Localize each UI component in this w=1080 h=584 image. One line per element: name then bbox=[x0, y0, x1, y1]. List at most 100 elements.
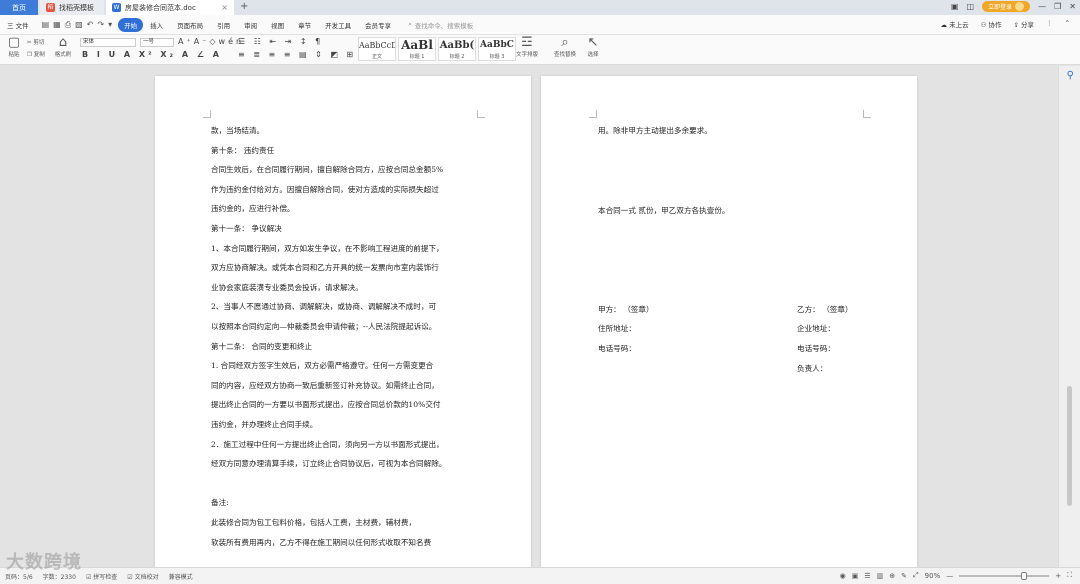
new-tab-button[interactable]: + bbox=[240, 1, 248, 12]
layout-icon[interactable]: ▣ bbox=[951, 2, 959, 11]
party-b-phone: 电话号码： bbox=[797, 344, 835, 353]
read-view-icon[interactable]: ▥ bbox=[877, 572, 884, 580]
paste-button[interactable]: ▢ 粘贴 bbox=[4, 36, 24, 59]
doc-line: 违约金，并办理终止合同手续。 bbox=[211, 420, 318, 429]
skin-icon[interactable]: ◫ bbox=[967, 2, 975, 11]
cloud-button[interactable]: ☁ 未上云 bbox=[941, 19, 969, 29]
fit-icon[interactable]: ⤢ bbox=[913, 571, 919, 580]
scroll-thumb[interactable] bbox=[1067, 386, 1072, 506]
redo-icon[interactable]: ↷ bbox=[97, 20, 104, 30]
doc-line: 业协会家庭装潢专业委员会投诉，请求解决。 bbox=[211, 282, 363, 292]
document-canvas[interactable]: 款，当场结清。 第十条： 违约责任 合同生效后，在合同履行期间，擅自解除合同方，应按… bbox=[0, 66, 1080, 567]
font-format-tools[interactable]: B I U A X² X₂ A ∠ A bbox=[82, 50, 222, 59]
party-a-phone: 电话号码： bbox=[598, 344, 636, 353]
margin-mark bbox=[589, 110, 597, 118]
export-icon[interactable]: ▧ bbox=[75, 20, 83, 30]
font-size-select[interactable]: 一号 bbox=[140, 38, 174, 47]
share-label: 分享 bbox=[1021, 21, 1035, 29]
restore-icon[interactable]: ❐ bbox=[1054, 2, 1061, 11]
pen-icon[interactable]: ✎ bbox=[901, 572, 907, 580]
zoom-in-icon[interactable]: + bbox=[1055, 572, 1061, 580]
menu-right: ☁ 未上云 ⚇ 协作 ⇪ 分享 ⋮ ⌃ bbox=[941, 19, 1070, 29]
zoom-slider-knob[interactable] bbox=[1021, 571, 1028, 580]
close-tab-icon[interactable]: × bbox=[221, 3, 228, 12]
save-icon[interactable]: ▤ bbox=[42, 20, 50, 30]
zoom-out-icon[interactable]: — bbox=[946, 572, 953, 580]
find-replace-button[interactable]: ⌕ 查找替换 bbox=[549, 35, 581, 59]
cut-button[interactable]: ✂ 剪切 bbox=[27, 38, 44, 46]
menu-tab-6[interactable]: 章节 bbox=[291, 20, 318, 30]
zoom-level[interactable]: 90% bbox=[925, 572, 941, 580]
tab-home[interactable]: 首页 bbox=[0, 0, 38, 15]
print-icon[interactable]: ⎙ bbox=[65, 20, 71, 30]
format-painter-label: 格式刷 bbox=[54, 52, 72, 58]
select-button[interactable]: ↖ 选择 bbox=[584, 36, 602, 59]
font-name-select[interactable]: 宋体 bbox=[80, 38, 136, 47]
copy-button[interactable]: ❐ 复制 bbox=[27, 50, 45, 58]
party-a-address: 住所地址： bbox=[598, 324, 636, 333]
doc-line: 提出终止合同的一方要以书面形式提出，应按合同总价款的10%交付 bbox=[211, 400, 441, 410]
tab-document[interactable]: W 房屋装修合同范本.doc × bbox=[106, 0, 234, 15]
text-layout-button[interactable]: ☲ 文字排版 bbox=[510, 35, 544, 59]
location-pin-icon[interactable]: ⚲ bbox=[1067, 70, 1074, 81]
menu-tab-4[interactable]: 审阅 bbox=[237, 20, 264, 30]
collab-button[interactable]: ⚇ 协作 bbox=[981, 19, 1002, 29]
cloud-icon: ☁ bbox=[940, 21, 948, 29]
menu-tab-7[interactable]: 开发工具 bbox=[318, 20, 358, 30]
doc-line: 第十二条： 合同的变更和终止 bbox=[211, 341, 313, 351]
fullscreen-icon[interactable]: ⛶ bbox=[1067, 571, 1072, 580]
dropdown-icon[interactable]: ▾ bbox=[108, 20, 112, 30]
menu-tab-5[interactable]: 视图 bbox=[264, 20, 291, 30]
tab-template[interactable]: 稻 找稻壳模板 bbox=[40, 0, 104, 15]
command-search[interactable]: ⌕ 查找命令、搜索模板 bbox=[408, 20, 473, 30]
doc-line: 合同生效后，在合同履行期间，擅自解除合同方，应按合同总金额5% bbox=[211, 165, 444, 175]
file-menu[interactable]: 三 文件 bbox=[0, 20, 36, 30]
page-right[interactable]: 用。除非甲方主动提出多余要求。 本合同一式 贰份，甲乙双方各执壹份。 甲方： （… bbox=[541, 76, 917, 567]
align-tools[interactable]: ≡ ≣ ≡ ≡ ▤ ⇕ ◩ ⊞ bbox=[238, 50, 356, 59]
font-size-tools[interactable]: A⁺A⁻◇wén bbox=[178, 37, 244, 46]
style-heading-1[interactable]: AaBl 标题 1 bbox=[398, 37, 436, 61]
menu-bar: 三 文件 ▤ ▦ ⎙ ▧ ↶ ↷ ▾ 开始 插入 页面布局 引用 审阅 视图 章… bbox=[0, 15, 1080, 35]
doc-line: 违约金的，应进行补偿。 bbox=[211, 204, 295, 214]
paste-label: 粘贴 bbox=[8, 52, 20, 58]
menu-tab-3[interactable]: 引用 bbox=[210, 20, 237, 30]
margin-mark bbox=[477, 110, 485, 118]
text-layout-icon: ☲ bbox=[521, 35, 533, 50]
cut-label: 剪切 bbox=[33, 40, 45, 46]
menu-tab-8[interactable]: 会员专享 bbox=[358, 20, 398, 30]
eye-icon[interactable]: ◉ bbox=[840, 572, 846, 580]
vertical-scrollbar[interactable]: ⚲ bbox=[1058, 66, 1080, 567]
menu-tab-1[interactable]: 插入 bbox=[143, 20, 170, 30]
page-left[interactable]: 款，当场结清。 第十条： 违约责任 合同生效后，在合同履行期间，擅自解除合同方，应按… bbox=[155, 76, 531, 567]
style-heading-2[interactable]: AaBb(标题 2 bbox=[438, 37, 476, 61]
format-painter-button[interactable]: ⌂ 格式刷 bbox=[52, 36, 74, 59]
more-icon[interactable]: ⋮ bbox=[1046, 19, 1053, 29]
doc-line: 软装所有费用再内，乙方不得在施工期间以任何形式收取不知名费 bbox=[211, 537, 432, 547]
scissors-icon: ✂ bbox=[27, 40, 32, 46]
list-tools[interactable]: ☰ ☷ ⇤ ⇥ ↕ ¶ bbox=[238, 37, 323, 46]
window-controls: ▣ ◫ 立即登录 — ❐ ✕ bbox=[951, 1, 1076, 12]
login-button[interactable]: 立即登录 bbox=[982, 1, 1031, 12]
spell-check[interactable]: ☑ 拼写检查 bbox=[81, 572, 122, 581]
magnifier-icon: ⌕ bbox=[561, 35, 569, 50]
menu-tab-2[interactable]: 页面布局 bbox=[170, 20, 210, 30]
doc-check[interactable]: ☑ 文档校对 bbox=[122, 572, 163, 581]
doc-line: 备注: bbox=[211, 498, 229, 508]
style-preview: AaBbCcDd bbox=[359, 41, 395, 50]
collapse-ribbon-icon[interactable]: ⌃ bbox=[1065, 19, 1070, 29]
style-label: 标题 1 bbox=[409, 54, 425, 60]
page-view-icon[interactable]: ▣ bbox=[852, 572, 859, 580]
list-view-icon[interactable]: ☰ bbox=[864, 572, 870, 580]
share-button[interactable]: ⇪ 分享 bbox=[1014, 19, 1035, 29]
menu-tab-0[interactable]: 开始 bbox=[118, 17, 144, 32]
minimize-icon[interactable]: — bbox=[1038, 2, 1046, 11]
undo-icon[interactable]: ↶ bbox=[87, 20, 94, 30]
doc-line: 2、当事人不愿通过协商、调解解决，或协商、调解解决不成时，可 bbox=[211, 302, 437, 312]
print-preview-icon[interactable]: ▦ bbox=[53, 20, 61, 30]
close-window-icon[interactable]: ✕ bbox=[1069, 2, 1076, 11]
style-normal[interactable]: AaBbCcDd 正文 bbox=[358, 37, 396, 61]
doc-line: 第十一条： 争议解决 bbox=[211, 224, 282, 233]
web-view-icon[interactable]: ⊕ bbox=[889, 572, 895, 580]
compat-mode: 兼容模式 bbox=[168, 573, 193, 581]
zoom-slider[interactable] bbox=[959, 571, 1050, 580]
